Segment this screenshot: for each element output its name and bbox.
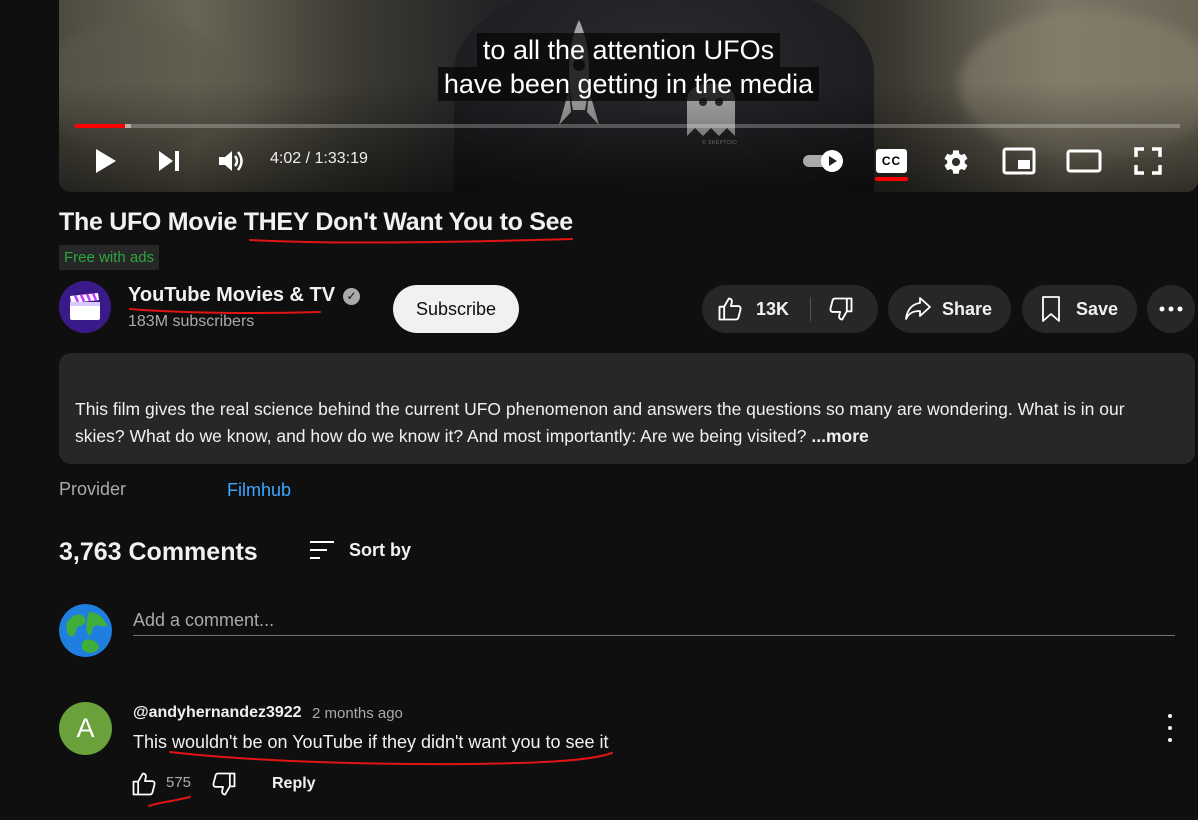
comments-count: 3,763 Comments [59, 538, 258, 566]
show-more-link[interactable]: ...more [807, 426, 868, 446]
sort-icon [310, 541, 334, 559]
volume-button[interactable] [214, 146, 248, 176]
annotation-underline-title [249, 238, 573, 244]
thumbs-down-icon [212, 772, 236, 796]
progress-bar[interactable] [75, 124, 1180, 128]
time-display: 4:02 / 1:33:19 [270, 150, 368, 167]
comment-reply-button[interactable]: Reply [262, 769, 326, 799]
progress-played [75, 124, 125, 128]
theater-icon [1066, 149, 1102, 173]
like-dislike-group: 13K [702, 285, 878, 333]
subtitles-button[interactable]: CC [876, 149, 907, 173]
fullscreen-icon [1134, 147, 1162, 175]
more-vertical-icon [1168, 714, 1172, 718]
subscribe-button[interactable]: Subscribe [393, 285, 519, 333]
sort-by-button[interactable]: Sort by [309, 539, 411, 561]
more-horizontal-icon [1159, 306, 1183, 312]
miniplayer-icon [1002, 147, 1036, 175]
share-icon [905, 297, 931, 320]
description-text: This film gives the real science behind … [75, 399, 1125, 446]
bookmark-icon [1042, 296, 1060, 322]
video-title: The UFO Movie THEY Don't Want You to See [59, 208, 573, 236]
annotation-underline-likes [148, 796, 191, 807]
autoplay-icon [803, 150, 843, 172]
comment-author-avatar[interactable]: A [59, 702, 112, 755]
comment-timestamp[interactable]: 2 months ago [312, 705, 403, 722]
save-label: Save [1076, 298, 1119, 319]
fullscreen-button[interactable] [1133, 146, 1163, 176]
next-button[interactable] [153, 146, 185, 176]
play-icon [96, 149, 116, 173]
skip-next-icon [159, 151, 179, 171]
clapperboard-icon [70, 292, 100, 320]
gear-icon [944, 150, 968, 174]
sort-by-label: Sort by [349, 539, 412, 560]
comment-author[interactable]: @andyhernandez3922 [133, 704, 302, 722]
provider-link[interactable]: Filmhub [227, 480, 291, 501]
caption-line-1: to all the attention UFOs [59, 33, 1198, 67]
comment-like-count: 575 [166, 774, 192, 791]
annotation-underline-comment [169, 751, 613, 766]
settings-button[interactable] [941, 147, 971, 177]
like-button[interactable]: 13K [702, 285, 810, 333]
like-count: 13K [756, 298, 790, 319]
share-label: Share [942, 298, 993, 319]
share-button[interactable]: Share [888, 285, 1011, 333]
theater-mode-button[interactable] [1065, 146, 1103, 176]
caption-line-2: have been getting in the media [59, 67, 1198, 101]
dislike-button[interactable] [811, 285, 878, 333]
play-button[interactable] [89, 146, 121, 176]
comment-dislike-button[interactable] [210, 770, 238, 798]
add-comment-input[interactable] [133, 605, 1175, 636]
verified-check-icon: ✓ [343, 288, 360, 305]
free-with-ads-badge: Free with ads [59, 245, 160, 270]
description-box[interactable]: This film gives the real science behind … [59, 353, 1195, 464]
comment-like-button[interactable] [130, 770, 158, 798]
video-player[interactable]: © SKEPTOID to all the attention UFOs hav… [59, 0, 1198, 192]
miniplayer-button[interactable] [1001, 146, 1037, 176]
comment-text: This wouldn't be on YouTube if they didn… [133, 732, 609, 752]
thumbs-up-icon [132, 772, 156, 796]
channel-name[interactable]: YouTube Movies & TV [128, 284, 335, 307]
globe-icon [59, 604, 112, 657]
channel-avatar[interactable] [59, 281, 111, 333]
subtitles-active-indicator [875, 177, 908, 181]
volume-icon [219, 151, 243, 171]
thumbs-down-icon [829, 297, 853, 321]
more-actions-button[interactable] [1147, 285, 1195, 333]
thumbs-up-icon [718, 297, 742, 321]
subscriber-count: 183M subscribers [128, 313, 255, 330]
current-user-avatar [59, 604, 112, 657]
autoplay-toggle[interactable] [801, 148, 847, 174]
provider-label: Provider [59, 479, 127, 499]
save-button[interactable]: Save [1022, 285, 1137, 333]
comment-options-button[interactable] [1160, 714, 1180, 742]
